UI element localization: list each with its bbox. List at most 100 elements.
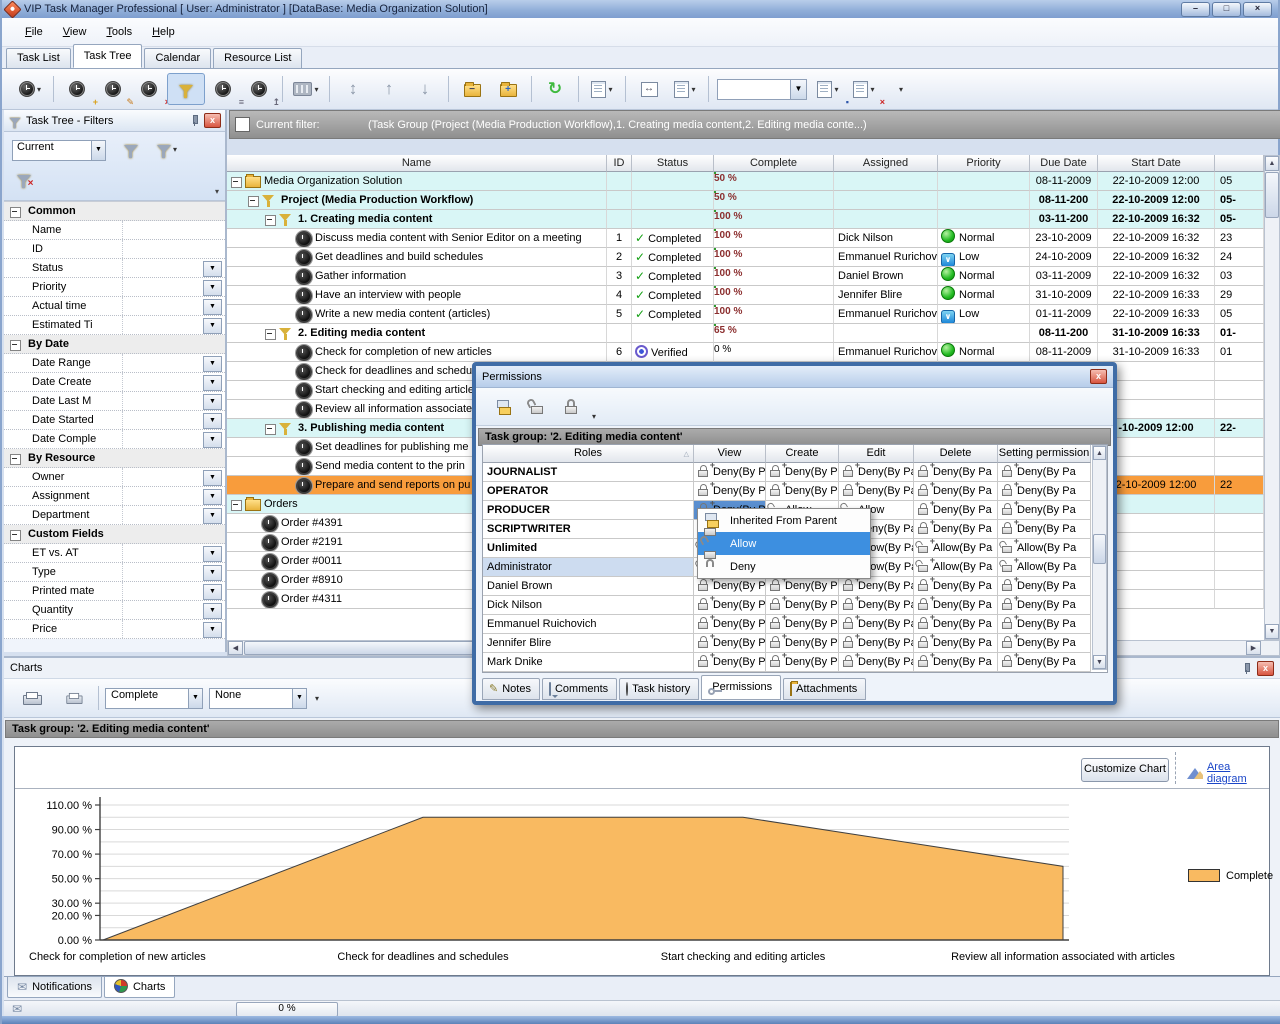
permission-cell[interactable]: +Deny(By Pa <box>766 634 839 653</box>
permission-cell[interactable]: +Deny(By Pa <box>914 615 998 634</box>
role-name[interactable]: Jennifer Blire <box>483 634 694 653</box>
save-view-button[interactable]: ▪▾ <box>810 74 846 104</box>
permission-row[interactable]: Mark Dnike+Deny(By Pa+Deny(By Pa+Deny(By… <box>483 653 1091 672</box>
permission-row[interactable]: Jennifer Blire+Deny(By Pa+Deny(By Pa+Den… <box>483 634 1091 653</box>
chevron-down-icon[interactable]: ▼ <box>203 318 222 334</box>
role-name[interactable]: PRODUCER <box>483 501 694 520</box>
chart-overlay-combo[interactable]: None ▼ <box>209 688 307 709</box>
permission-column-roles[interactable]: Roles △ <box>483 445 694 463</box>
permission-cell[interactable]: +Deny(By Pa <box>839 615 914 634</box>
permission-cell[interactable]: +Deny(By Pa <box>839 482 914 501</box>
toolbar-overflow-button[interactable]: ▾ <box>882 74 918 104</box>
permission-cell[interactable]: +Deny(By Pa <box>694 482 766 501</box>
permission-cell[interactable]: +Allow(By Pa <box>998 539 1091 558</box>
close-button[interactable]: × <box>1243 2 1272 17</box>
expand-collapse-button[interactable]: ↕ <box>335 74 371 104</box>
chevron-down-icon[interactable]: ▼ <box>203 546 222 562</box>
delete-view-button[interactable]: ×▾ <box>846 74 882 104</box>
chevron-down-icon[interactable]: ▼ <box>203 356 222 372</box>
role-name[interactable]: JOURNALIST <box>483 463 694 482</box>
role-name[interactable]: Dick Nilson <box>483 596 694 615</box>
menu-item-inherited-from-parent[interactable]: Inherited From Parent <box>698 509 870 532</box>
chevron-down-icon[interactable]: ▼ <box>203 565 222 581</box>
new-subtask-button[interactable]: + <box>59 74 95 104</box>
role-name[interactable]: Daniel Brown <box>483 577 694 596</box>
filters-close-button[interactable]: x <box>204 113 221 128</box>
chevron-down-icon[interactable]: ▼ <box>203 280 222 296</box>
permission-cell[interactable]: +Deny(By Pa <box>766 653 839 672</box>
permission-cell[interactable]: +Deny(By Pa <box>998 463 1091 482</box>
permission-cell[interactable]: +Allow(By Pa <box>914 539 998 558</box>
allow-permission-button[interactable] <box>522 393 552 421</box>
menu-help[interactable]: Help <box>143 23 184 41</box>
task-row[interactable]: Gather information3✓Completed100 %Daniel… <box>227 267 1264 286</box>
permission-cell[interactable]: +Deny(By Pa <box>998 482 1091 501</box>
permission-column-create[interactable]: Create <box>766 445 839 463</box>
task-row[interactable]: Get deadlines and build schedules2✓Compl… <box>227 248 1264 267</box>
clear-filter-button[interactable]: × <box>10 166 40 192</box>
permission-row[interactable]: Dick Nilson+Deny(By Pa+Deny(By Pa+Deny(B… <box>483 596 1091 615</box>
save-filter-button[interactable]: ▾ <box>152 136 182 162</box>
role-name[interactable]: Unlimited <box>483 539 694 558</box>
tree-expander[interactable] <box>265 215 276 226</box>
permission-cell[interactable]: +Deny(By Pa <box>839 634 914 653</box>
permission-cell[interactable]: +Deny(By Pa <box>766 615 839 634</box>
filter-tasks-button[interactable] <box>167 73 205 105</box>
chevron-down-icon[interactable]: ▼ <box>91 141 105 160</box>
deny-permission-button[interactable] <box>556 393 586 421</box>
chevron-down-icon[interactable]: ▼ <box>203 432 222 448</box>
role-name[interactable]: Mark Dnike <box>483 653 694 672</box>
tree-expander[interactable] <box>231 177 242 188</box>
collapse-icon[interactable] <box>10 454 21 465</box>
column-header-start-date[interactable]: Start Date <box>1098 155 1215 172</box>
chevron-down-icon[interactable]: ▼ <box>203 394 222 410</box>
permission-cell[interactable]: +Deny(By Pa <box>914 482 998 501</box>
new-task-button[interactable]: ▾ <box>12 74 48 104</box>
permission-cell[interactable]: +Allow(By Pa <box>914 558 998 577</box>
charts-close-button[interactable]: x <box>1257 661 1274 676</box>
dialog-close-button[interactable]: x <box>1090 369 1107 384</box>
print-button[interactable] <box>14 683 50 713</box>
pin-icon[interactable] <box>1241 663 1252 674</box>
collapse-icon[interactable] <box>10 530 21 541</box>
permission-cell[interactable]: +Deny(By Pa <box>694 653 766 672</box>
permission-row[interactable]: JOURNALIST+Deny(By Pa+Deny(By Pa+Deny(By… <box>483 463 1091 482</box>
permission-cell[interactable]: +Deny(By Pa <box>998 596 1091 615</box>
dialog-tab-comments[interactable]: Comments <box>542 678 617 700</box>
chevron-down-icon[interactable]: ▼ <box>203 413 222 429</box>
permission-column-view[interactable]: View <box>694 445 766 463</box>
chevron-down-icon[interactable]: ▼ <box>203 603 222 619</box>
permission-cell[interactable]: +Deny(By Pa <box>694 577 766 596</box>
column-header-status[interactable]: Status <box>632 155 714 172</box>
column-header-name[interactable]: Name <box>227 155 607 172</box>
permission-cell[interactable]: +Deny(By Pa <box>766 482 839 501</box>
duplicate-task-button[interactable]: ≡ <box>205 74 241 104</box>
column-header-due-date[interactable]: Due Date <box>1030 155 1098 172</box>
permission-cell[interactable]: +Deny(By Pa <box>914 463 998 482</box>
permission-cell[interactable]: +Deny(By Pa <box>914 634 998 653</box>
menu-tools[interactable]: Tools <box>97 23 141 41</box>
permission-cell[interactable]: +Deny(By Pa <box>914 596 998 615</box>
permission-cell[interactable]: +Deny(By Pa <box>998 634 1091 653</box>
chevron-down-icon[interactable]: ▼ <box>203 375 222 391</box>
permission-cell[interactable]: +Deny(By Pa <box>766 596 839 615</box>
permission-column-edit[interactable]: Edit <box>839 445 914 463</box>
filters-toolbar-overflow[interactable]: ▾ <box>215 187 219 196</box>
collapse-icon[interactable] <box>10 340 21 351</box>
permission-cell[interactable]: +Deny(By Pa <box>766 577 839 596</box>
chevron-down-icon[interactable]: ▼ <box>203 299 222 315</box>
permission-cell[interactable]: +Deny(By Pa <box>839 463 914 482</box>
tree-expander[interactable] <box>265 424 276 435</box>
column-header-id[interactable]: ID <box>607 155 632 172</box>
chevron-down-icon[interactable]: ▼ <box>203 489 222 505</box>
collapse-icon[interactable] <box>10 207 21 218</box>
dialog-tab-permissions[interactable]: Permissions <box>701 675 781 700</box>
column-header-extra[interactable] <box>1215 155 1264 172</box>
chart-series-combo[interactable]: Complete ▼ <box>105 688 203 709</box>
chevron-down-icon[interactable]: ▼ <box>292 689 306 708</box>
menu-view[interactable]: View <box>54 23 96 41</box>
task-row[interactable]: Discuss media content with Senior Editor… <box>227 229 1264 248</box>
tab-calendar[interactable]: Calendar <box>144 48 211 68</box>
permission-cell[interactable]: +Deny(By Pa <box>998 520 1091 539</box>
column-header-assigned[interactable]: Assigned <box>834 155 938 172</box>
